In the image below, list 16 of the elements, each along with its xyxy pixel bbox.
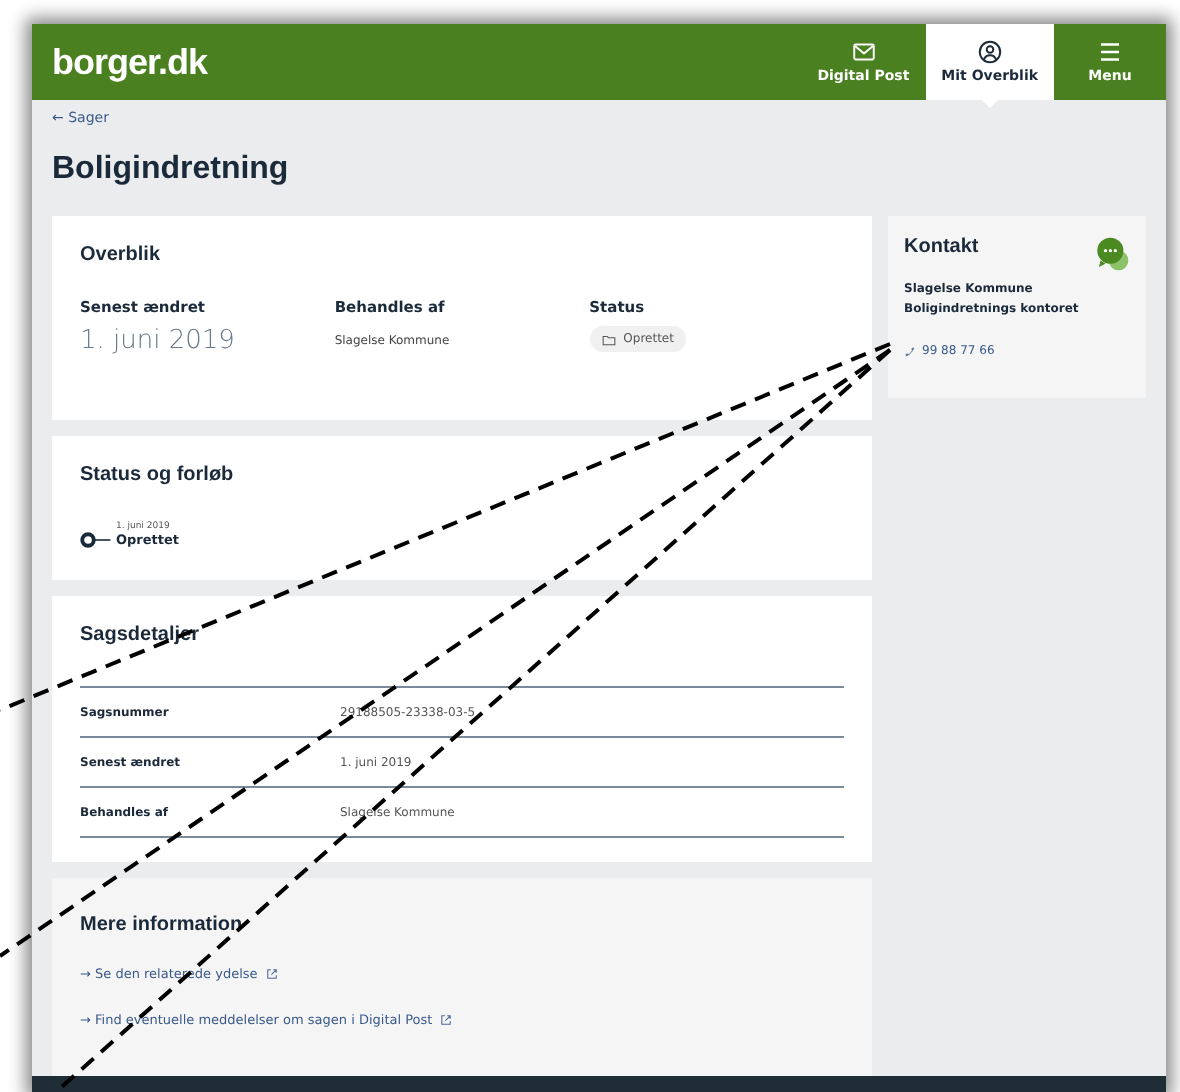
field-value: 1. juni 2019 — [80, 326, 235, 356]
chat-icon[interactable] — [1094, 236, 1130, 272]
menu-icon — [1098, 40, 1122, 64]
phone-icon — [904, 345, 916, 357]
timeline-node-icon — [80, 532, 112, 548]
card-title: Kontakt — [904, 236, 979, 258]
card-title: Overblik — [80, 244, 163, 266]
page-title: Boligindretning — [52, 152, 291, 188]
mail-icon — [851, 40, 876, 64]
card-title: Status og forløb — [80, 464, 236, 486]
external-link-icon — [265, 968, 278, 980]
user-icon — [977, 40, 1002, 64]
external-link-icon — [440, 1014, 453, 1026]
card-title: Mere information — [80, 914, 245, 936]
folder-icon — [601, 333, 616, 345]
site-logo[interactable]: borger.dk — [52, 41, 208, 83]
